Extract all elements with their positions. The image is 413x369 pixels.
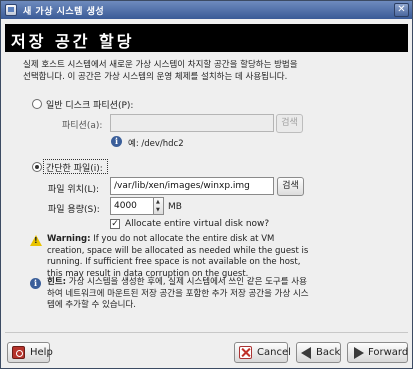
tip-icon: i (30, 278, 41, 289)
spin-down-icon[interactable]: ▼ (156, 208, 160, 213)
tip-body: 가상 시스템을 생성한 후에, 실제 시스템에서 쓰인 같은 도구를 사용하여 … (47, 277, 309, 310)
partition-browse-button[interactable]: 검색 (276, 114, 303, 133)
allocate-label[interactable]: Allocate entire virtual disk now? (125, 219, 269, 229)
spin-up-icon[interactable]: ▲ (156, 200, 160, 205)
warning-icon (30, 235, 42, 246)
help-icon (12, 346, 25, 359)
forward-arrow-icon (354, 347, 364, 359)
cancel-icon (239, 346, 252, 359)
intro-text: 실제 호스트 시스템에서 새로운 가상 시스템이 차지할 공간을 할당하는 방법… (23, 60, 298, 82)
close-button[interactable]: ✕ (394, 3, 409, 17)
warning-text: Warning: If you do not allocate the enti… (47, 234, 309, 280)
cancel-button[interactable]: Cancel (234, 342, 291, 363)
cancel-button-label: Cancel (257, 347, 291, 358)
dialog-window: 새 가상 시스템 생성 ✕ 저장 공간 할당 실제 호스트 시스템에서 새로운 … (0, 0, 413, 369)
window-title: 새 가상 시스템 생성 (23, 7, 105, 17)
partition-input[interactable] (110, 114, 274, 132)
back-button-label: Back (316, 347, 341, 358)
file-size-input[interactable]: 4000 (110, 197, 154, 215)
allocate-checkbox[interactable]: ✓ (110, 219, 120, 229)
tip-title: 힌트: (47, 277, 67, 287)
partition-example: 예: /dev/hdc2 (128, 139, 184, 149)
header-banner: 저장 공간 할당 (5, 24, 408, 52)
footer-separator (5, 332, 408, 333)
info-icon: i (111, 136, 122, 147)
file-size-spinner[interactable]: ▲ ▼ (154, 197, 164, 215)
help-button[interactable]: Help (7, 342, 53, 363)
tip-text: 힌트: 가상 시스템을 생성한 후에, 실제 시스템에서 쓰인 같은 도구를 사… (47, 277, 309, 312)
partition-radio-label[interactable]: 일반 디스크 파티션(P): (46, 98, 133, 111)
back-arrow-icon (301, 347, 311, 359)
file-size-label: 파일 용량(S): (48, 205, 100, 215)
warning-title: Warning: (47, 234, 91, 244)
app-icon (5, 4, 17, 16)
partition-radio[interactable] (32, 99, 42, 109)
file-browse-button[interactable]: 검색 (277, 177, 304, 196)
page-title: 저장 공간 할당 (11, 32, 135, 51)
file-radio[interactable] (32, 162, 42, 172)
file-radio-label[interactable]: 간단한 파일(i): (46, 161, 103, 174)
file-size-unit: MB (168, 202, 182, 212)
file-location-input[interactable]: /var/lib/xen/images/winxp.img (110, 177, 274, 195)
back-button[interactable]: Back (296, 342, 341, 363)
forward-button-label: Forward (368, 347, 409, 358)
help-button-label: Help (30, 347, 53, 358)
partition-field-label: 파티션(a): (62, 121, 103, 131)
forward-button[interactable]: Forward (347, 342, 408, 363)
file-location-label: 파일 위치(L): (48, 185, 100, 195)
close-icon: ✕ (397, 4, 406, 15)
title-bar[interactable]: 새 가상 시스템 생성 ✕ (1, 1, 412, 19)
